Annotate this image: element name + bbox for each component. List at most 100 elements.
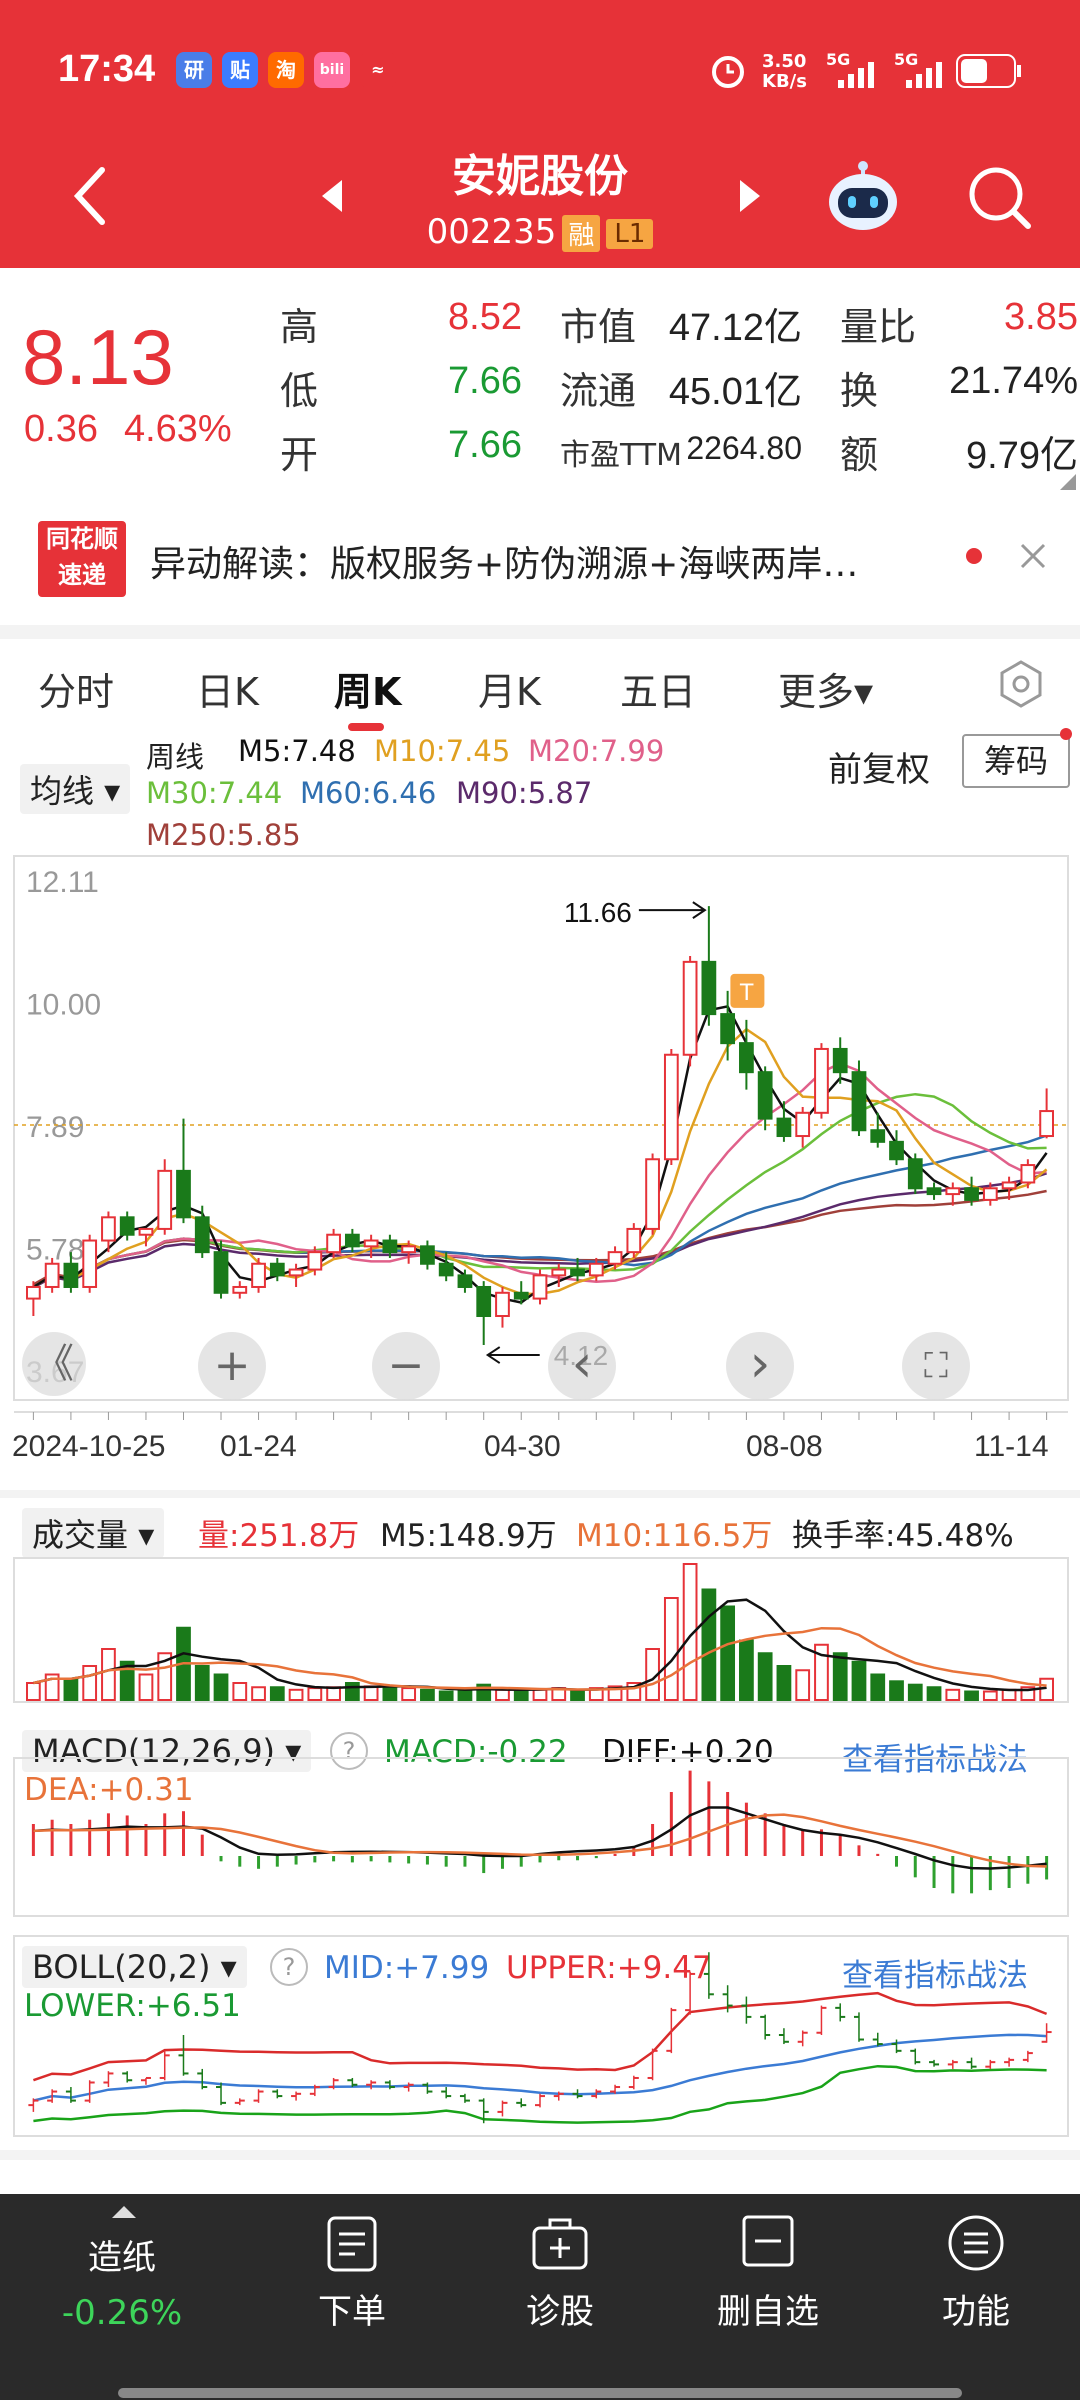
volume-chart[interactable] (0, 1556, 1080, 1704)
sector-name: 造纸 (88, 2238, 156, 2278)
candle-body (964, 1187, 979, 1201)
indicator-selector[interactable]: 均线 ▾ (20, 764, 131, 814)
low-label: 低 (280, 369, 319, 413)
volume-bar (532, 1688, 548, 1702)
next-stock-icon[interactable] (736, 178, 764, 218)
tab-more[interactable]: 更多▾ (778, 661, 873, 716)
volume-bar (438, 1690, 454, 1701)
turnover-rate: 换手率:45.48% (792, 1510, 1014, 1555)
high-value: 8.52 (448, 296, 522, 338)
volume-bar (776, 1665, 792, 1701)
tab-monthly-k[interactable]: 月K (478, 661, 541, 716)
tab-daily-k[interactable]: 日K (196, 661, 259, 716)
news-logo-line2: 速递 (58, 561, 106, 589)
candle-body (157, 1169, 173, 1230)
functions-label: 功能 (942, 2292, 1010, 2332)
candle-body (213, 1251, 229, 1294)
volume-bar (326, 1686, 341, 1701)
volume-bar (570, 1688, 585, 1702)
candle-body (1001, 1181, 1017, 1190)
tab-weekly-k[interactable]: 周K (334, 661, 401, 716)
candle-body (626, 1227, 642, 1254)
expand-corner-icon[interactable] (1060, 474, 1076, 494)
jump-start-button[interactable]: 《 (22, 1332, 86, 1396)
candle-body (495, 1291, 510, 1318)
stock-name: 安妮股份 (452, 151, 628, 202)
volume-bar (739, 1639, 754, 1701)
search-icon[interactable] (966, 164, 1032, 234)
expand-up-icon[interactable] (110, 2204, 138, 2224)
y-tick-label: 10.00 (26, 989, 101, 1022)
high-label: 高 (280, 305, 319, 349)
candle-body (551, 1268, 567, 1277)
remove-favorite-label: 删自选 (717, 2292, 819, 2332)
candle-body (420, 1245, 435, 1265)
candle-body (382, 1239, 398, 1254)
x-tick-label: 11-14 (974, 1430, 1049, 1463)
macd-chart[interactable] (0, 1756, 1080, 1918)
tab-five-day[interactable]: 五日 (620, 661, 696, 716)
candle-body (251, 1262, 266, 1288)
fullscreen-button[interactable]: ⛶ (902, 1332, 970, 1400)
scroll-right-button[interactable]: › (726, 1332, 794, 1400)
candle-body (401, 1245, 417, 1254)
volume-bar (382, 1686, 398, 1701)
news-ticker[interactable]: 同花顺 速递 异动解读：版权服务+防伪溯源+海峡两岸… (0, 505, 1080, 615)
kline-chart[interactable]: 12.1110.007.895.783.67 11.664.12T (0, 850, 1080, 1410)
volume-bar (138, 1673, 154, 1701)
divider (0, 2150, 1080, 2160)
candle-body (476, 1285, 492, 1318)
candle-body (513, 1291, 529, 1300)
candle-body (832, 1047, 848, 1074)
candle-body (607, 1251, 623, 1265)
robot-assistant-icon[interactable] (826, 160, 900, 238)
status-time: 17:34 (58, 48, 156, 90)
close-icon[interactable] (1018, 541, 1048, 575)
candle-body (739, 1042, 754, 1074)
float-label: 流通 (560, 369, 637, 413)
volume-bar (288, 1688, 304, 1702)
volume-bar (194, 1665, 210, 1701)
turnover-value: 21.74% (949, 360, 1078, 402)
sector-change: -0.26% (61, 2293, 183, 2333)
app-notification-icon: 贴 (222, 52, 258, 88)
tab-intraday[interactable]: 分时 (38, 661, 114, 716)
volume-bar (832, 1652, 848, 1701)
volume-bar (757, 1652, 773, 1701)
ma90-value: M90:5.87 (456, 776, 593, 810)
news-text[interactable]: 异动解读：版权服务+防伪溯源+海峡两岸… (150, 535, 858, 587)
volume-selector[interactable]: 成交量 ▾ (22, 1508, 165, 1558)
adjust-mode-button[interactable]: 前复权 (828, 742, 930, 791)
divider (0, 1490, 1080, 1498)
volume-m10: M10:116.5万 (576, 1518, 773, 1554)
chip-button[interactable]: 筹码 (962, 734, 1070, 788)
volume-bar (82, 1665, 98, 1701)
candle-body (814, 1047, 829, 1114)
zoom-out-button[interactable]: − (372, 1332, 440, 1400)
boll-chart[interactable] (0, 1934, 1080, 2138)
scroll-left-button[interactable]: ‹ (548, 1332, 616, 1400)
volume-bar (720, 1605, 736, 1701)
volume-bar (945, 1688, 961, 1702)
ma-period-label: 周线 (146, 740, 205, 774)
boll-frame (13, 1935, 1069, 2137)
order-button[interactable]: 下单 (252, 2214, 452, 2333)
price-change-row: 0.36 4.63% (24, 408, 232, 451)
high-annotation: 11.66 (564, 897, 632, 928)
functions-button[interactable]: 功能 (876, 2214, 1076, 2333)
candle-body (438, 1262, 454, 1277)
sector-quote[interactable]: 造纸 -0.26% (22, 2230, 222, 2333)
unread-dot (966, 548, 982, 564)
candle-body (101, 1216, 116, 1242)
zoom-in-button[interactable]: + (198, 1332, 266, 1400)
ma30-value: M30:7.44 (146, 776, 283, 810)
float-value: 45.01亿 (668, 371, 802, 413)
remove-favorite-button[interactable]: 删自选 (668, 2214, 868, 2333)
candle-body (870, 1129, 886, 1143)
tab-active-indicator (348, 723, 384, 731)
candle-body (307, 1251, 323, 1271)
diagnose-button[interactable]: 诊股 (460, 2214, 660, 2333)
settings-icon[interactable] (996, 659, 1046, 713)
stock-code: 002235 (426, 212, 557, 252)
volume-bar (344, 1682, 360, 1701)
